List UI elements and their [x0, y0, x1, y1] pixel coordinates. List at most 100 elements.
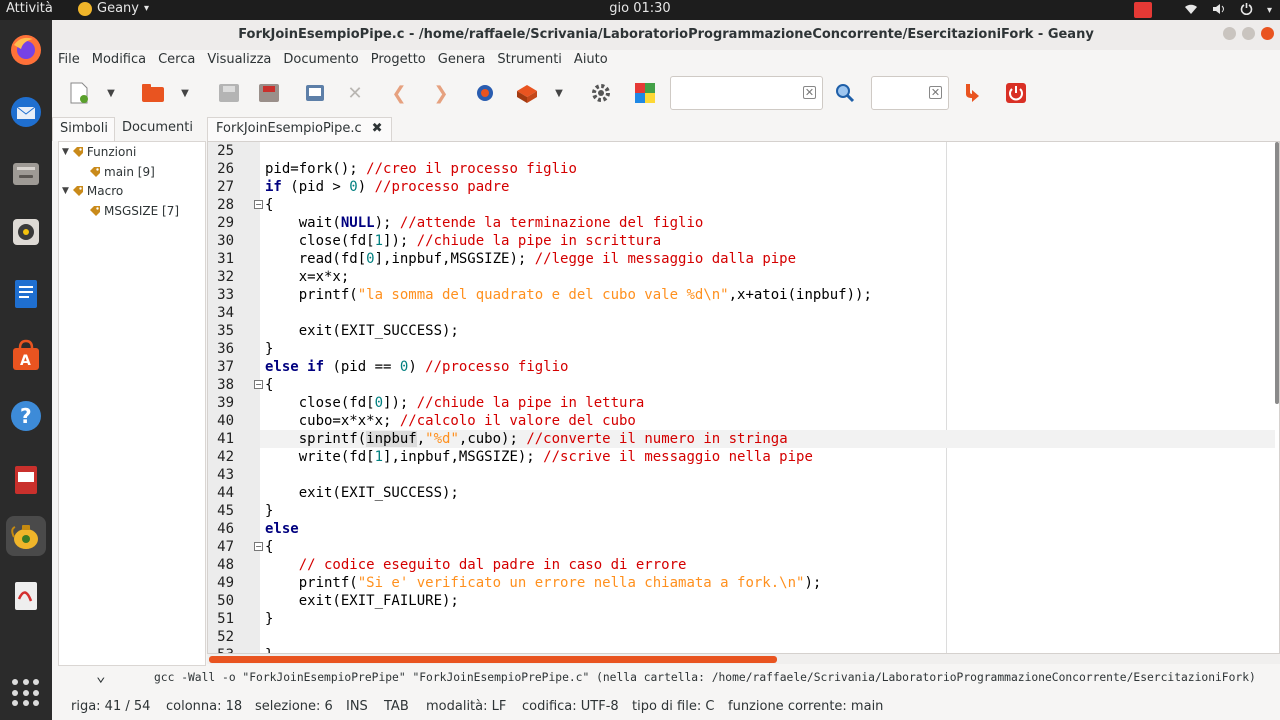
- code-token: //converte il numero in stringa: [526, 431, 788, 447]
- revert-icon[interactable]: [302, 80, 328, 106]
- code-line[interactable]: wait(NULL); //attende la terminazione de…: [265, 214, 704, 232]
- menu-cerca[interactable]: Cerca: [152, 50, 201, 72]
- expander-down-icon[interactable]: ▼: [62, 186, 69, 196]
- tab-documenti[interactable]: Documenti: [115, 117, 199, 141]
- code-line[interactable]: }: [265, 610, 273, 628]
- tab-simboli[interactable]: Simboli: [52, 117, 115, 141]
- code-line[interactable]: pid=fork(); //creo il processo figlio: [265, 160, 577, 178]
- preferences-gear-icon[interactable]: [588, 80, 614, 106]
- code-line[interactable]: {: [265, 538, 273, 556]
- close-file-icon[interactable]: ✕: [342, 80, 368, 106]
- jump-to-line-icon[interactable]: [959, 80, 985, 106]
- rhythmbox-icon[interactable]: [6, 212, 46, 252]
- evince-icon[interactable]: [6, 576, 46, 616]
- code-line[interactable]: printf("la somma del quadrato e del cubo…: [265, 286, 872, 304]
- tree-node-main[interactable]: main [9]: [89, 165, 155, 179]
- fold-marker-icon[interactable]: −: [254, 380, 263, 389]
- show-applications-grid-icon[interactable]: [9, 676, 43, 710]
- build-icon[interactable]: [514, 80, 540, 106]
- code-line[interactable]: if (pid > 0) //processo padre: [265, 178, 509, 196]
- help-icon[interactable]: ?: [6, 396, 46, 436]
- close-button[interactable]: [1261, 27, 1274, 40]
- software-center-icon[interactable]: A: [6, 336, 46, 376]
- code-line[interactable]: printf("Si e' verificato un errore nella…: [265, 574, 822, 592]
- menu-genera[interactable]: Genera: [432, 50, 492, 72]
- code-line[interactable]: exit(EXIT_SUCCESS);: [265, 484, 459, 502]
- clock[interactable]: gio 01:30: [0, 1, 1280, 16]
- code-line[interactable]: write(fd[1],inpbuf,MSGSIZE); //scrive il…: [265, 448, 813, 466]
- code-line[interactable]: // codice eseguito dal padre in caso di …: [265, 556, 687, 574]
- menu-aiuto[interactable]: Aiuto: [568, 50, 614, 72]
- chevron-down-icon[interactable]: ⌄: [96, 666, 106, 685]
- system-tray[interactable]: ▾: [1133, 2, 1272, 18]
- menu-file[interactable]: File: [52, 50, 86, 72]
- horizontal-scrollbar[interactable]: [207, 654, 1280, 664]
- impress-icon[interactable]: [6, 460, 46, 500]
- search-icon[interactable]: [832, 80, 858, 106]
- chevron-down-icon[interactable]: ▼: [178, 80, 192, 106]
- code-token: //calcolo il valore del cubo: [399, 413, 636, 429]
- maximize-button[interactable]: [1242, 27, 1255, 40]
- thunderbird-icon[interactable]: [6, 92, 46, 132]
- code-token: {: [265, 377, 274, 393]
- fold-marker-icon[interactable]: −: [254, 542, 263, 551]
- window-titlebar[interactable]: ForkJoinEsempioPipe.c - /home/raffaele/S…: [52, 20, 1280, 50]
- code-line[interactable]: }: [265, 502, 273, 520]
- code-token: {: [265, 539, 274, 555]
- open-file-icon[interactable]: [140, 80, 166, 106]
- menu-documento[interactable]: Documento: [277, 50, 364, 72]
- forward-icon[interactable]: ❯: [428, 80, 454, 106]
- tree-node-msgsize[interactable]: MSGSIZE [7]: [89, 204, 179, 218]
- scrollbar-thumb[interactable]: [209, 656, 777, 663]
- tree-node-macro[interactable]: ▼ Macro: [62, 184, 123, 198]
- code-line[interactable]: cubo=x*x*x; //calcolo il valore del cubo: [265, 412, 636, 430]
- code-line[interactable]: sprintf(inpbuf,"%d",cubo); //converte il…: [265, 430, 788, 448]
- tree-node-funzioni[interactable]: ▼ Funzioni: [62, 145, 136, 159]
- save-all-icon[interactable]: [256, 80, 282, 106]
- goto-line-input[interactable]: ✕: [871, 76, 949, 110]
- scrollbar-thumb[interactable]: [1275, 142, 1279, 404]
- fold-marker-icon[interactable]: −: [254, 200, 263, 209]
- code-line[interactable]: else if (pid == 0) //processo figlio: [265, 358, 568, 376]
- back-icon[interactable]: ❮: [386, 80, 412, 106]
- color-chooser-icon[interactable]: [632, 80, 658, 106]
- code-line[interactable]: exit(EXIT_SUCCESS);: [265, 322, 459, 340]
- menu-modifica[interactable]: Modifica: [86, 50, 152, 72]
- chevron-down-icon[interactable]: ▼: [552, 80, 566, 106]
- file-tab[interactable]: ForkJoinEsempioPipe.c ✖: [207, 117, 392, 141]
- files-icon[interactable]: [6, 154, 46, 194]
- vertical-scrollbar[interactable]: [1273, 142, 1279, 653]
- compiler-message[interactable]: gcc -Wall -o "ForkJoinEsempioPrePipe" "F…: [154, 671, 1256, 684]
- code-token: {: [265, 197, 274, 213]
- code-line[interactable]: {: [265, 376, 273, 394]
- clear-icon[interactable]: ✕: [803, 86, 816, 99]
- code-line[interactable]: read(fd[0],inpbuf,MSGSIZE); //legge il m…: [265, 250, 796, 268]
- firefox-icon[interactable]: [6, 30, 46, 70]
- writer-icon[interactable]: [6, 274, 46, 314]
- search-input[interactable]: ✕: [670, 76, 823, 110]
- minimize-button[interactable]: [1223, 27, 1236, 40]
- expander-down-icon[interactable]: ▼: [62, 147, 69, 157]
- menu-progetto[interactable]: Progetto: [365, 50, 432, 72]
- menu-strumenti[interactable]: Strumenti: [491, 50, 568, 72]
- save-icon[interactable]: [216, 80, 242, 106]
- close-tab-icon[interactable]: ✖: [372, 121, 383, 141]
- code-line[interactable]: }: [265, 646, 273, 653]
- record-indicator-icon[interactable]: [1133, 2, 1152, 18]
- menu-visualizza[interactable]: Visualizza: [201, 50, 277, 72]
- code-line[interactable]: }: [265, 340, 273, 358]
- geany-icon[interactable]: [6, 516, 46, 556]
- code-line[interactable]: close(fd[1]); //chiude la pipe in scritt…: [265, 232, 661, 250]
- code-line[interactable]: x=x*x;: [265, 268, 350, 286]
- new-file-icon[interactable]: [66, 80, 92, 106]
- code-line[interactable]: else: [265, 520, 299, 538]
- code-line[interactable]: exit(EXIT_FAILURE);: [265, 592, 459, 610]
- chevron-down-icon[interactable]: ▼: [104, 80, 118, 106]
- clear-icon[interactable]: ✕: [929, 86, 942, 99]
- code-editor[interactable]: 25 26 27 28 29 30 31 32 33 34 35 36 37 38 39 40 41 42 43 44…: [207, 141, 1280, 654]
- code-line[interactable]: {: [265, 196, 273, 214]
- quit-icon[interactable]: [1003, 80, 1029, 106]
- code-line[interactable]: close(fd[0]); //chiude la pipe in lettur…: [265, 394, 645, 412]
- compile-icon[interactable]: [472, 80, 498, 106]
- code-token: exit(EXIT_SUCCESS);: [265, 485, 459, 501]
